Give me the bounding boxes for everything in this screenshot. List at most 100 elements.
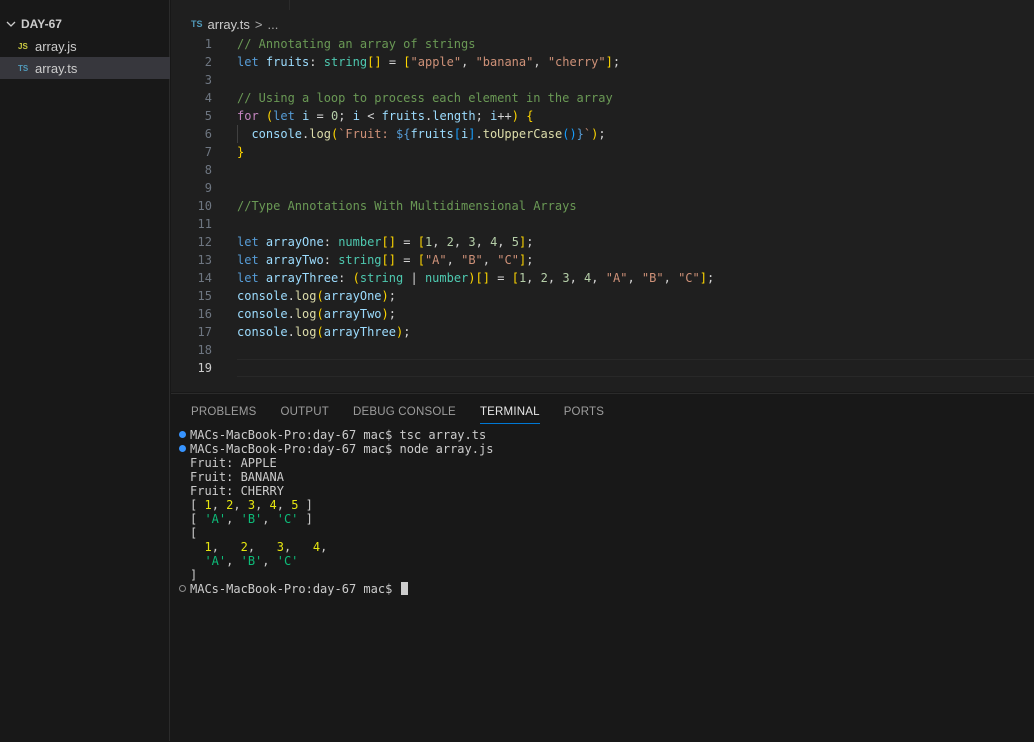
code-line[interactable]: 19 xyxy=(171,359,1034,377)
line-number: 12 xyxy=(197,235,212,249)
code-line[interactable]: 16 console.log(arrayTwo); xyxy=(171,305,1034,323)
explorer-sidebar: DAY-67 JS array.js TS array.ts xyxy=(0,0,170,741)
file-array-js[interactable]: JS array.js xyxy=(0,35,170,57)
code-line[interactable]: 3 xyxy=(171,71,1034,89)
terminal-output-text: 'A', 'B', 'C' xyxy=(204,554,299,568)
code-line[interactable]: 14 let arrayThree: (string | number)[] = … xyxy=(171,269,1034,287)
chevron-down-icon xyxy=(6,19,20,29)
line-number: 19 xyxy=(197,361,212,375)
terminal-output-text: 1, 2, 3, 4, xyxy=(204,540,328,554)
terminal-output-text: [ 1, 2, 3, 4, 5 ] xyxy=(190,498,313,512)
terminal-output[interactable]: MACs-MacBook-Pro:day-67 mac$ tsc array.t… xyxy=(171,428,1034,596)
code-line[interactable]: 9 xyxy=(171,179,1034,197)
line-number: 17 xyxy=(197,325,212,339)
code-line[interactable]: 11 xyxy=(171,215,1034,233)
tab-debug-console[interactable]: DEBUG CONSOLE xyxy=(353,404,456,424)
terminal-output-text: ] xyxy=(190,568,198,582)
line-number: 7 xyxy=(204,145,212,159)
breadcrumb-file[interactable]: array.ts xyxy=(208,17,250,32)
terminal-output-text: [ 'A', 'B', 'C' ] xyxy=(190,512,313,526)
line-number: 16 xyxy=(197,307,212,321)
code-text: let fruits: string[] = ["apple", "banana… xyxy=(237,55,621,69)
terminal-output-text: [ xyxy=(190,526,198,540)
code-text: for (let i = 0; i < fruits.length; i++) … xyxy=(237,109,534,123)
code-line[interactable]: 8 xyxy=(171,161,1034,179)
line-number: 2 xyxy=(204,55,212,69)
code-text: } xyxy=(237,145,245,159)
line-number: 11 xyxy=(197,217,212,231)
terminal-output-text: Fruit: APPLE xyxy=(190,456,277,470)
line-number: 9 xyxy=(204,181,212,195)
line-number: 5 xyxy=(204,109,212,123)
line-number: 6 xyxy=(204,127,212,141)
javascript-file-icon: JS xyxy=(18,41,28,51)
code-text: let arrayOne: number[] = [1, 2, 3, 4, 5]… xyxy=(237,235,534,249)
breadcrumb: TS array.ts > ... xyxy=(191,15,278,33)
line-number: 14 xyxy=(197,271,212,285)
line-number: 3 xyxy=(204,73,212,87)
terminal-line: Fruit: BANANA xyxy=(171,470,1034,484)
file-array-ts[interactable]: TS array.ts xyxy=(0,57,170,79)
command-pending-icon[interactable] xyxy=(179,585,186,592)
terminal-line: Fruit: APPLE xyxy=(171,456,1034,470)
command-success-icon[interactable] xyxy=(179,431,186,438)
tab-ports[interactable]: PORTS xyxy=(564,404,604,424)
folder-day-67[interactable]: DAY-67 xyxy=(0,14,170,34)
code-line[interactable]: 18 xyxy=(171,341,1034,359)
code-line[interactable]: 15 console.log(arrayOne); xyxy=(171,287,1034,305)
code-line[interactable]: 5 for (let i = 0; i < fruits.length; i++)… xyxy=(171,107,1034,125)
terminal-line: MACs-MacBook-Pro:day-67 mac$ tsc array.t… xyxy=(171,428,1034,442)
code-line[interactable]: 7} xyxy=(171,143,1034,161)
command-success-icon[interactable] xyxy=(179,445,186,452)
file-name: array.ts xyxy=(35,60,78,76)
terminal-line: 1, 2, 3, 4, xyxy=(171,540,1034,554)
code-line[interactable]: 13 let arrayTwo: string[] = ["A", "B", "C… xyxy=(171,251,1034,269)
tab-problems[interactable]: PROBLEMS xyxy=(191,404,257,424)
panel-tabs: PROBLEMS OUTPUT DEBUG CONSOLE TERMINAL P… xyxy=(191,404,628,424)
code-line[interactable]: 10 //Type Annotations With Multidimension… xyxy=(171,197,1034,215)
line-number: 15 xyxy=(197,289,212,303)
editor-tab[interactable] xyxy=(171,0,290,10)
tab-terminal[interactable]: TERMINAL xyxy=(479,404,540,424)
line-number: 10 xyxy=(197,199,212,213)
line-number: 1 xyxy=(204,37,212,51)
folder-label: DAY-67 xyxy=(21,17,62,31)
line-number: 4 xyxy=(204,91,212,105)
code-text: console.log(`Fruit: ${fruits[i].toUpperC… xyxy=(251,127,606,141)
code-line[interactable]: 4 // Using a loop to process each element… xyxy=(171,89,1034,107)
code-text: // Annotating an array of strings xyxy=(237,37,476,51)
typescript-file-icon: TS xyxy=(191,19,203,29)
code-line[interactable]: 1 // Annotating an array of strings xyxy=(171,35,1034,53)
terminal-output-text: Fruit: BANANA xyxy=(190,470,284,484)
terminal-line: [ 1, 2, 3, 4, 5 ] xyxy=(171,498,1034,512)
code-editor[interactable]: TS array.ts > ... 1 // Annotating an arra… xyxy=(171,0,1034,392)
code-text: console.log(arrayOne); xyxy=(237,289,396,303)
line-number: 13 xyxy=(197,253,212,267)
bottom-panel: PROBLEMS OUTPUT DEBUG CONSOLE TERMINAL P… xyxy=(171,393,1034,742)
code-text: // Using a loop to process each element … xyxy=(237,91,613,105)
code-line[interactable]: 12 let arrayOne: number[] = [1, 2, 3, 4, … xyxy=(171,233,1034,251)
chevron-right-icon: > xyxy=(254,16,263,32)
line-number: 18 xyxy=(197,343,212,357)
code-line[interactable]: 17 console.log(arrayThree); xyxy=(171,323,1034,341)
code-text: //Type Annotations With Multidimensional… xyxy=(237,199,577,213)
terminal-line: MACs-MacBook-Pro:day-67 mac$ xyxy=(171,582,1034,596)
terminal-line: Fruit: CHERRY xyxy=(171,484,1034,498)
terminal-command: MACs-MacBook-Pro:day-67 mac$ xyxy=(190,582,408,596)
file-name: array.js xyxy=(35,38,77,54)
code-area[interactable]: 1 // Annotating an array of strings 2 let f… xyxy=(171,35,1034,377)
terminal-command: MACs-MacBook-Pro:day-67 mac$ node array.… xyxy=(190,442,494,456)
terminal-line: MACs-MacBook-Pro:day-67 mac$ node array.… xyxy=(171,442,1034,456)
code-line[interactable]: 2 let fruits: string[] = ["apple", "banan… xyxy=(171,53,1034,71)
tab-output[interactable]: OUTPUT xyxy=(281,404,329,424)
code-text: let arrayThree: (string | number)[] = [1… xyxy=(237,271,715,285)
terminal-command: MACs-MacBook-Pro:day-67 mac$ tsc array.t… xyxy=(190,428,487,442)
typescript-file-icon: TS xyxy=(18,63,29,73)
code-line[interactable]: 6 console.log(`Fruit: ${fruits[i].toUppe… xyxy=(171,125,1034,143)
terminal-line: [ xyxy=(171,526,1034,540)
code-text: let arrayTwo: string[] = ["A", "B", "C"]… xyxy=(237,253,534,267)
terminal-line: ] xyxy=(171,568,1034,582)
code-text: console.log(arrayThree); xyxy=(237,325,411,339)
breadcrumb-more[interactable]: ... xyxy=(268,17,279,32)
code-text: console.log(arrayTwo); xyxy=(237,307,396,321)
